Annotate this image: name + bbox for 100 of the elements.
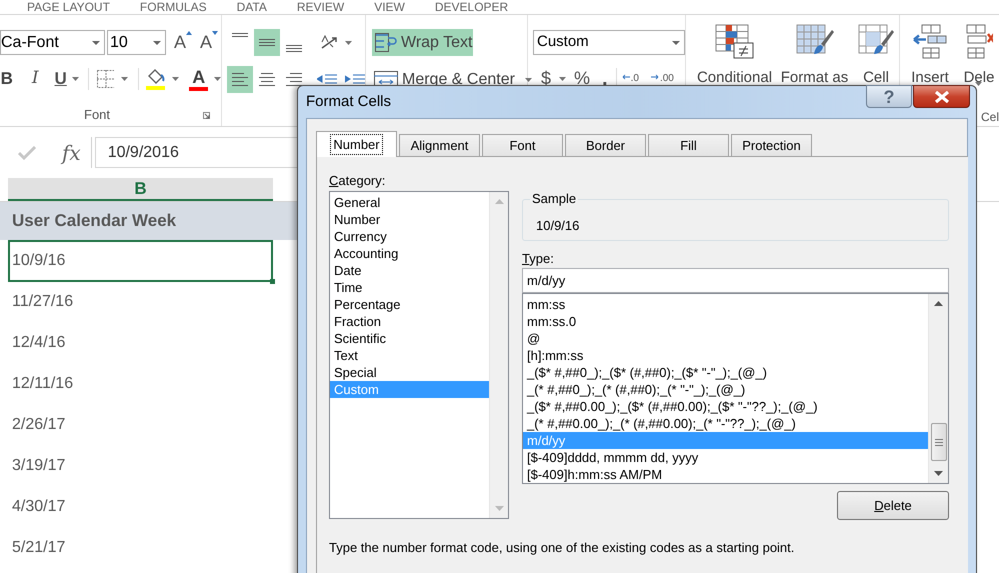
- category-list[interactable]: General Number Currency Accounting Date Time Percentage Fraction Scientific Text Special Custom: [329, 191, 509, 519]
- number-format-field[interactable]: Custom: [533, 30, 685, 55]
- table-cell[interactable]: 12/11/16: [8, 363, 273, 404]
- description-text: Type the number format code, using one of the existing codes as a starting point.: [329, 539, 796, 557]
- delete-cells-icon: [966, 24, 992, 60]
- insert-cells-icon: [912, 24, 948, 60]
- increase-decimal-button[interactable]: .0: [622, 74, 639, 84]
- scroll-down-icon[interactable]: [934, 471, 943, 476]
- format-item[interactable]: mm:ss: [523, 296, 928, 313]
- type-input-field[interactable]: m/d/yy: [522, 268, 949, 293]
- dropdown-caret-icon: [672, 40, 680, 44]
- dialog-tab[interactable]: Border: [565, 134, 646, 157]
- underline-button[interactable]: U: [54, 66, 68, 92]
- dialog-tab[interactable]: Number: [316, 131, 397, 157]
- category-label: Category:: [329, 172, 386, 187]
- dialog-tab[interactable]: Alignment: [399, 134, 480, 157]
- fill-bucket-icon[interactable]: [146, 68, 166, 90]
- close-icon: [934, 90, 950, 102]
- format-item[interactable]: @: [523, 330, 928, 347]
- conditional-formatting-button[interactable]: Conditional: [696, 24, 773, 126]
- ribbon-tab[interactable]: DATA: [236, 0, 267, 14]
- shrink-font-button[interactable]: A: [200, 29, 218, 56]
- dialog-launcher-icon[interactable]: [203, 112, 210, 118]
- insert-function-button[interactable]: fx: [62, 138, 81, 168]
- italic-button[interactable]: I: [28, 66, 42, 92]
- dialog-tab[interactable]: Fill: [648, 134, 729, 157]
- left-align-button[interactable]: [227, 66, 253, 93]
- font-color-button[interactable]: A: [189, 67, 208, 91]
- dialog-title: Format Cells: [306, 92, 392, 112]
- category-item[interactable]: Number: [330, 211, 489, 228]
- header-cell: User Calendar Week: [0, 202, 297, 240]
- category-item[interactable]: Currency: [330, 228, 489, 245]
- category-item[interactable]: Scientific: [330, 330, 489, 347]
- category-item[interactable]: Text: [330, 347, 489, 364]
- checkmark-icon[interactable]: [18, 146, 36, 160]
- category-item[interactable]: Percentage: [330, 296, 489, 313]
- delete-cells-button[interactable]: Dele: [959, 24, 999, 90]
- dropdown-caret-icon: [172, 77, 180, 81]
- format-item[interactable]: _(* #,##0.00_);_(* (#,##0.00);_(* "-"??_);_(@_): [523, 415, 928, 432]
- ribbon-tab[interactable]: PAGE LAYOUT: [27, 0, 110, 14]
- column-header[interactable]: B: [8, 178, 273, 201]
- dropdown-caret-icon: [92, 40, 100, 44]
- category-item[interactable]: Special: [330, 364, 489, 381]
- format-item[interactable]: mm:ss.0: [523, 313, 928, 330]
- scroll-thumb[interactable]: [930, 423, 946, 461]
- decrease-indent-icon[interactable]: [317, 72, 337, 86]
- font-name-field[interactable]: Ca-Font: [0, 30, 105, 55]
- table-cell[interactable]: 10/9/16: [8, 240, 273, 282]
- scrollbar[interactable]: [928, 294, 948, 483]
- delete-button[interactable]: Delete: [837, 491, 949, 520]
- table-cell[interactable]: 3/19/17: [8, 445, 273, 486]
- sample-value: 10/9/16: [536, 218, 580, 234]
- currency-button[interactable]: $: [541, 65, 552, 92]
- ribbon-tab[interactable]: REVIEW: [296, 0, 344, 14]
- category-item[interactable]: Fraction: [330, 313, 489, 330]
- decrease-decimal-button[interactable]: .00: [650, 74, 674, 84]
- table-cell[interactable]: 12/4/16: [8, 322, 273, 363]
- format-item[interactable]: [h]:mm:ss: [523, 347, 928, 364]
- category-item[interactable]: Date: [330, 262, 489, 279]
- category-item[interactable]: Time: [330, 279, 489, 296]
- format-item[interactable]: [$-409]dddd, mmmm dd, yyyy: [523, 449, 928, 466]
- category-item[interactable]: General: [330, 194, 489, 211]
- close-button[interactable]: [913, 85, 970, 108]
- align-icon: [232, 73, 248, 86]
- grow-font-button[interactable]: A: [174, 29, 192, 56]
- dialog-tab[interactable]: Font: [482, 134, 563, 157]
- dropdown-caret-icon: [559, 76, 566, 80]
- format-item[interactable]: [$-409]h:mm:ss AM/PM: [523, 466, 928, 483]
- align-icon: [232, 33, 248, 37]
- fill-handle[interactable]: [270, 278, 275, 284]
- borders-icon[interactable]: [97, 70, 114, 88]
- table-cell[interactable]: 5/21/17: [8, 527, 273, 568]
- dialog-tab[interactable]: Protection: [731, 134, 812, 157]
- format-item[interactable]: _(* #,##0_);_(* (#,##0);_(* "-"_);_(@_): [523, 381, 928, 398]
- arrow-icon: [650, 74, 660, 80]
- table-cell[interactable]: 4/30/17: [8, 486, 273, 527]
- format-list[interactable]: [522, 293, 949, 484]
- dropdown-caret-icon: [975, 82, 982, 86]
- ribbon-tab[interactable]: DEVELOPER: [434, 0, 508, 14]
- increase-indent-icon[interactable]: [345, 72, 365, 86]
- dropdown-caret-icon: [72, 77, 80, 81]
- font-size-field[interactable]: 10: [107, 30, 166, 55]
- ribbon-tab[interactable]: FORMULAS: [140, 0, 207, 14]
- sample-label: Sample: [530, 191, 578, 207]
- middle-align-button[interactable]: [254, 29, 280, 56]
- insert-button[interactable]: Insert: [909, 24, 951, 90]
- arrow-icon: [622, 74, 631, 80]
- scroll-up-icon[interactable]: [934, 301, 943, 306]
- table-cell[interactable]: 2/26/17: [8, 404, 273, 445]
- category-item[interactable]: Accounting: [330, 245, 489, 262]
- table-cell[interactable]: 11/27/16: [8, 281, 273, 322]
- format-item[interactable]: _($* #,##0_);_($* (#,##0);_($* "-"_);_(@_): [523, 364, 928, 381]
- bold-button[interactable]: B: [0, 66, 14, 92]
- dropdown-caret-icon: [153, 40, 161, 44]
- wrap-text-button[interactable]: Wrap Text: [372, 29, 473, 56]
- dropdown-caret-icon: [214, 77, 222, 81]
- percent-button[interactable]: %: [574, 65, 590, 92]
- format-item[interactable]: _($* #,##0.00_);_($* (#,##0.00);_($* "-"??_);_(@_): [523, 398, 928, 415]
- ribbon-tab[interactable]: VIEW: [374, 0, 405, 14]
- help-button[interactable]: ?: [866, 85, 912, 108]
